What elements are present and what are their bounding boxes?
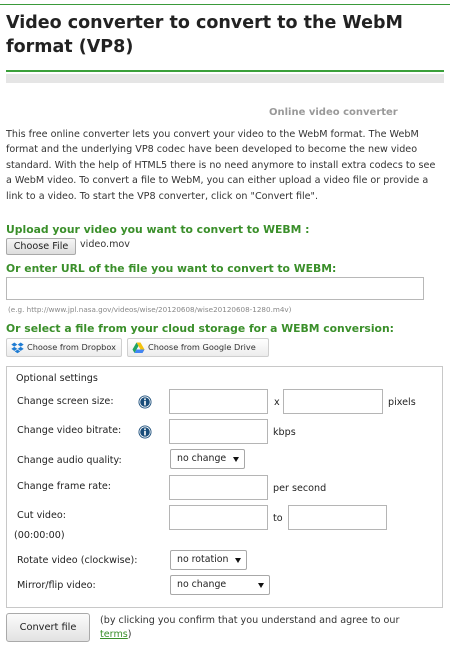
page-title: Video converter to convert to the WebM f… [6, 13, 403, 57]
cut-to-label: to [273, 513, 283, 524]
bitrate-label: Change video bitrate: [17, 425, 122, 436]
cut-from-input[interactable] [169, 505, 268, 530]
cut-to-input[interactable] [288, 505, 387, 530]
info-icon[interactable] [138, 425, 152, 439]
url-input[interactable] [6, 277, 424, 300]
chevron-down-icon [233, 457, 239, 462]
chevron-down-icon [258, 583, 264, 588]
mirror-value: no change [177, 579, 227, 590]
rotate-select[interactable]: no rotation [170, 550, 247, 570]
chevron-down-icon [235, 558, 241, 563]
screen-width-input[interactable] [169, 389, 268, 414]
rotate-value: no rotation [177, 554, 229, 565]
google-drive-icon [132, 342, 145, 353]
info-icon[interactable] [138, 395, 152, 409]
optional-settings-title: Optional settings [16, 373, 98, 384]
confirm-end: ) [127, 629, 132, 640]
upload-heading: Upload your video you want to convert to… [6, 223, 310, 236]
mirror-select[interactable]: no change [170, 575, 270, 595]
url-heading: Or enter URL of the file you want to con… [6, 262, 337, 275]
confirm-text: (by clicking you confirm that you unders… [100, 615, 400, 626]
per-second-unit: per second [273, 483, 327, 494]
size-separator: x [274, 397, 280, 408]
frame-rate-label: Change frame rate: [17, 481, 111, 492]
pixels-unit: pixels [388, 397, 416, 408]
kbps-unit: kbps [273, 427, 296, 438]
page-subtitle: Online video converter [269, 107, 398, 118]
choose-file-button[interactable]: Choose File [6, 238, 76, 255]
top-rule [0, 4, 450, 5]
convert-file-button[interactable]: Convert file [6, 613, 90, 642]
mirror-label: Mirror/flip video: [17, 580, 96, 591]
terms-link[interactable]: terms [100, 629, 128, 640]
dropbox-button[interactable]: Choose from Dropbox [6, 338, 122, 357]
chosen-file-name: video.mov [80, 239, 130, 250]
google-drive-label: Choose from Google Drive [148, 342, 256, 352]
frame-rate-input[interactable] [169, 475, 268, 500]
title-rule [6, 70, 444, 72]
time-format-hint: (00:00:00) [14, 530, 65, 541]
screen-size-label: Change screen size: [17, 396, 114, 407]
cut-video-label: Cut video: [17, 510, 67, 521]
audio-quality-label: Change audio quality: [17, 455, 122, 466]
dropbox-icon [11, 342, 24, 354]
audio-quality-value: no change [177, 453, 227, 464]
google-drive-button[interactable]: Choose from Google Drive [127, 338, 269, 357]
header-bar [6, 74, 444, 83]
intro-text: This free online converter lets you conv… [6, 129, 436, 202]
url-example-hint: (e.g. http://www.jpl.nasa.gov/videos/wis… [8, 305, 292, 314]
audio-quality-select[interactable]: no change [170, 449, 245, 469]
terms-confirmation: (by clicking you confirm that you unders… [100, 614, 400, 642]
screen-height-input[interactable] [283, 389, 383, 414]
bitrate-input[interactable] [169, 419, 268, 444]
dropbox-label: Choose from Dropbox [27, 342, 116, 352]
cloud-heading: Or select a file from your cloud storage… [6, 322, 394, 335]
rotate-label: Rotate video (clockwise): [17, 555, 138, 566]
